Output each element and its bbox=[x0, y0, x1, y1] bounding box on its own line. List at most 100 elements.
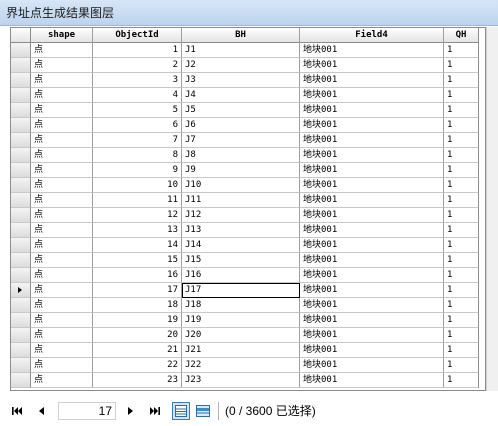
table-row[interactable]: 点 15 J15 地块001 1 bbox=[11, 253, 479, 268]
vertical-scrollbar[interactable] bbox=[486, 27, 498, 391]
row-selector[interactable] bbox=[11, 133, 31, 148]
row-selector[interactable] bbox=[11, 208, 31, 223]
cell-field4[interactable]: 地块001 bbox=[300, 223, 444, 238]
cell-bh[interactable]: J12 bbox=[182, 208, 300, 223]
cell-objectid[interactable]: 3 bbox=[93, 73, 182, 88]
show-all-records-icon[interactable] bbox=[172, 401, 190, 420]
cell-qh[interactable]: 1 bbox=[444, 193, 479, 208]
cell-shape[interactable]: 点 bbox=[31, 358, 93, 373]
cell-field4[interactable]: 地块001 bbox=[300, 283, 444, 298]
cell-field4[interactable]: 地块001 bbox=[300, 43, 444, 58]
row-selector[interactable] bbox=[11, 268, 31, 283]
cell-field4[interactable]: 地块001 bbox=[300, 163, 444, 178]
cell-qh[interactable]: 1 bbox=[444, 283, 479, 298]
cell-objectid[interactable]: 1 bbox=[93, 43, 182, 58]
cell-bh[interactable]: J4 bbox=[182, 88, 300, 103]
cell-bh[interactable]: J8 bbox=[182, 148, 300, 163]
cell-qh[interactable]: 1 bbox=[444, 103, 479, 118]
table-row[interactable]: 点 21 J21 地块001 1 bbox=[11, 343, 479, 358]
row-selector[interactable] bbox=[11, 283, 31, 298]
cell-bh[interactable]: J21 bbox=[182, 343, 300, 358]
table-row[interactable]: 点 1 J1 地块001 1 bbox=[11, 43, 479, 58]
cell-qh[interactable]: 1 bbox=[444, 253, 479, 268]
table-row[interactable]: 点 22 J22 地块001 1 bbox=[11, 358, 479, 373]
table-row[interactable]: 点 9 J9 地块001 1 bbox=[11, 163, 479, 178]
cell-objectid[interactable]: 23 bbox=[93, 373, 182, 388]
table-row[interactable]: 点 3 J3 地块001 1 bbox=[11, 73, 479, 88]
cell-shape[interactable]: 点 bbox=[31, 193, 93, 208]
cell-objectid[interactable]: 14 bbox=[93, 238, 182, 253]
cell-objectid[interactable]: 5 bbox=[93, 103, 182, 118]
cell-qh[interactable]: 1 bbox=[444, 358, 479, 373]
row-selector[interactable] bbox=[11, 313, 31, 328]
table-row[interactable]: 点 23 J23 地块001 1 bbox=[11, 373, 479, 388]
row-selector[interactable] bbox=[11, 343, 31, 358]
cell-bh[interactable]: J10 bbox=[182, 178, 300, 193]
cell-qh[interactable]: 1 bbox=[444, 313, 479, 328]
cell-shape[interactable]: 点 bbox=[31, 238, 93, 253]
cell-field4[interactable]: 地块001 bbox=[300, 193, 444, 208]
cell-qh[interactable]: 1 bbox=[444, 118, 479, 133]
cell-objectid[interactable]: 2 bbox=[93, 58, 182, 73]
cell-bh[interactable]: J16 bbox=[182, 268, 300, 283]
cell-field4[interactable]: 地块001 bbox=[300, 103, 444, 118]
row-selector[interactable] bbox=[11, 163, 31, 178]
cell-field4[interactable]: 地块001 bbox=[300, 58, 444, 73]
cell-shape[interactable]: 点 bbox=[31, 208, 93, 223]
row-selector[interactable] bbox=[11, 88, 31, 103]
column-header-qh[interactable]: QH bbox=[444, 28, 479, 43]
cell-qh[interactable]: 1 bbox=[444, 148, 479, 163]
cell-field4[interactable]: 地块001 bbox=[300, 208, 444, 223]
cell-shape[interactable]: 点 bbox=[31, 73, 93, 88]
cell-qh[interactable]: 1 bbox=[444, 73, 479, 88]
column-header-objectid[interactable]: ObjectId bbox=[93, 28, 182, 43]
table-row[interactable]: 点 7 J7 地块001 1 bbox=[11, 133, 479, 148]
cell-qh[interactable]: 1 bbox=[444, 58, 479, 73]
cell-objectid[interactable]: 19 bbox=[93, 313, 182, 328]
cell-field4[interactable]: 地块001 bbox=[300, 373, 444, 388]
table-row[interactable]: 点 12 J12 地块001 1 bbox=[11, 208, 479, 223]
cell-shape[interactable]: 点 bbox=[31, 343, 93, 358]
table-row[interactable]: 点 19 J19 地块001 1 bbox=[11, 313, 479, 328]
cell-qh[interactable]: 1 bbox=[444, 328, 479, 343]
cell-shape[interactable]: 点 bbox=[31, 223, 93, 238]
cell-bh[interactable]: J15 bbox=[182, 253, 300, 268]
cell-bh[interactable]: J20 bbox=[182, 328, 300, 343]
cell-objectid[interactable]: 20 bbox=[93, 328, 182, 343]
table-row[interactable]: 点 16 J16 地块001 1 bbox=[11, 268, 479, 283]
cell-field4[interactable]: 地块001 bbox=[300, 118, 444, 133]
cell-bh[interactable]: J22 bbox=[182, 358, 300, 373]
cell-field4[interactable]: 地块001 bbox=[300, 358, 444, 373]
cell-objectid[interactable]: 12 bbox=[93, 208, 182, 223]
cell-qh[interactable]: 1 bbox=[444, 88, 479, 103]
row-selector[interactable] bbox=[11, 373, 31, 388]
cell-objectid[interactable]: 22 bbox=[93, 358, 182, 373]
row-selector[interactable] bbox=[11, 178, 31, 193]
cell-field4[interactable]: 地块001 bbox=[300, 343, 444, 358]
cell-shape[interactable]: 点 bbox=[31, 373, 93, 388]
cell-qh[interactable]: 1 bbox=[444, 163, 479, 178]
cell-shape[interactable]: 点 bbox=[31, 328, 93, 343]
cell-field4[interactable]: 地块001 bbox=[300, 313, 444, 328]
first-record-icon[interactable] bbox=[10, 404, 24, 418]
row-selector[interactable] bbox=[11, 358, 31, 373]
table-row[interactable]: 点 5 J5 地块001 1 bbox=[11, 103, 479, 118]
cell-objectid[interactable]: 4 bbox=[93, 88, 182, 103]
cell-shape[interactable]: 点 bbox=[31, 163, 93, 178]
cell-field4[interactable]: 地块001 bbox=[300, 178, 444, 193]
cell-bh[interactable]: J14 bbox=[182, 238, 300, 253]
cell-field4[interactable]: 地块001 bbox=[300, 328, 444, 343]
cell-shape[interactable]: 点 bbox=[31, 88, 93, 103]
cell-bh[interactable]: J19 bbox=[182, 313, 300, 328]
cell-objectid[interactable]: 16 bbox=[93, 268, 182, 283]
cell-objectid[interactable]: 21 bbox=[93, 343, 182, 358]
cell-bh[interactable]: J6 bbox=[182, 118, 300, 133]
cell-field4[interactable]: 地块001 bbox=[300, 148, 444, 163]
row-selector[interactable] bbox=[11, 148, 31, 163]
table-row[interactable]: 点 6 J6 地块001 1 bbox=[11, 118, 479, 133]
cell-shape[interactable]: 点 bbox=[31, 253, 93, 268]
last-record-icon[interactable] bbox=[148, 404, 162, 418]
cell-shape[interactable]: 点 bbox=[31, 298, 93, 313]
current-record-input[interactable]: 17 bbox=[58, 401, 116, 420]
cell-bh[interactable]: J2 bbox=[182, 58, 300, 73]
